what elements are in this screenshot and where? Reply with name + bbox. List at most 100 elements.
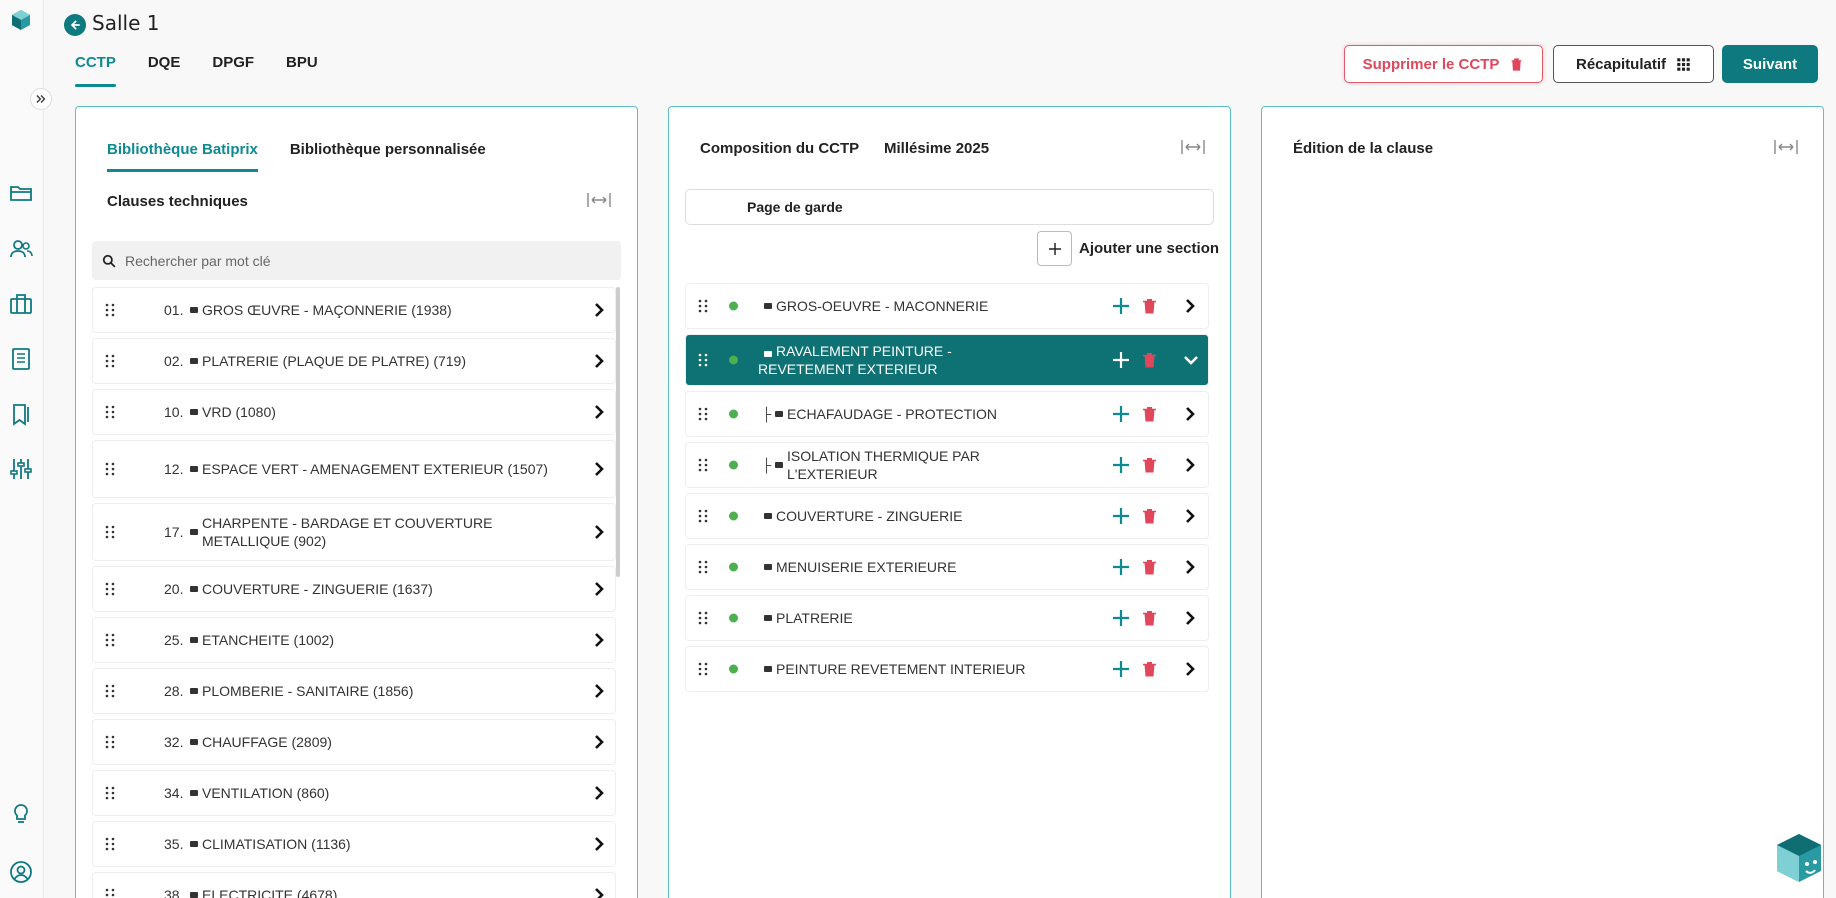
- chevron-right-icon[interactable]: [593, 354, 605, 368]
- composition-section-item[interactable]: PEINTURE REVETEMENT INTERIEUR: [685, 646, 1209, 692]
- drag-handle-icon[interactable]: [105, 525, 115, 539]
- chevron-right-icon[interactable]: [593, 303, 605, 317]
- users-icon[interactable]: [8, 236, 34, 262]
- drag-handle-icon[interactable]: [698, 560, 708, 574]
- add-clause-icon[interactable]: [1112, 660, 1130, 678]
- library-list-item[interactable]: 01. GROS ŒUVRE - MAÇONNERIE (1938): [92, 287, 616, 333]
- briefcase-icon[interactable]: [8, 291, 34, 317]
- drag-handle-icon[interactable]: [105, 888, 115, 898]
- delete-cctp-button[interactable]: Supprimer le CCTP: [1344, 45, 1543, 83]
- composition-section-item[interactable]: ├ ECHAFAUDAGE - PROTECTION: [685, 391, 1209, 437]
- library-list-item[interactable]: 02. PLATRERIE (PLAQUE DE PLATRE) (719): [92, 338, 616, 384]
- drag-handle-icon[interactable]: [698, 407, 708, 421]
- drag-handle-icon[interactable]: [698, 299, 708, 313]
- chevron-right-icon[interactable]: [1184, 662, 1196, 676]
- settings-sliders-icon[interactable]: [8, 456, 34, 482]
- composition-section-item[interactable]: MENUISERIE EXTERIEURE: [685, 544, 1209, 590]
- back-button[interactable]: [64, 14, 86, 36]
- chevron-right-icon[interactable]: [1184, 509, 1196, 523]
- resize-panel-icon[interactable]: [1774, 140, 1798, 154]
- composition-section-item[interactable]: GROS-OEUVRE - MACONNERIE: [685, 283, 1209, 329]
- chevron-right-icon[interactable]: [593, 462, 605, 476]
- library-list-item[interactable]: 28. PLOMBERIE - SANITAIRE (1856): [92, 668, 616, 714]
- library-list-item[interactable]: 12. ESPACE VERT - AMENAGEMENT EXTERIEUR (…: [92, 440, 616, 498]
- trash-icon[interactable]: [1143, 662, 1156, 677]
- composition-section-item[interactable]: COUVERTURE - ZINGUERIE: [685, 493, 1209, 539]
- tab-batiprix-library[interactable]: Bibliothèque Batiprix: [107, 141, 258, 172]
- tab-cctp[interactable]: CCTP: [75, 54, 116, 87]
- trash-icon[interactable]: [1143, 611, 1156, 626]
- scrollbar[interactable]: [616, 287, 620, 577]
- add-section-button[interactable]: Ajouter une section: [1037, 231, 1219, 266]
- add-clause-icon[interactable]: [1112, 609, 1130, 627]
- library-list-item[interactable]: 17. CHARPENTE - BARDAGE ET COUVERTURE MET…: [92, 503, 616, 561]
- chevron-right-icon[interactable]: [593, 582, 605, 596]
- trash-icon[interactable]: [1143, 407, 1156, 422]
- drag-handle-icon[interactable]: [698, 458, 708, 472]
- add-clause-icon[interactable]: [1112, 297, 1130, 315]
- recap-button[interactable]: Récapitulatif: [1553, 45, 1714, 83]
- tab-dqe[interactable]: DQE: [148, 54, 181, 87]
- resize-panel-icon[interactable]: [587, 193, 611, 207]
- chevron-right-icon[interactable]: [593, 735, 605, 749]
- composition-section-item[interactable]: RAVALEMENT PEINTURE - REVETEMENT EXTERIE…: [685, 334, 1209, 386]
- drag-handle-icon[interactable]: [105, 786, 115, 800]
- chevron-right-icon[interactable]: [593, 633, 605, 647]
- library-list-item[interactable]: 34. VENTILATION (860): [92, 770, 616, 816]
- library-list-item[interactable]: 10. VRD (1080): [92, 389, 616, 435]
- trash-icon[interactable]: [1143, 509, 1156, 524]
- add-clause-icon[interactable]: [1112, 405, 1130, 423]
- drag-handle-icon[interactable]: [105, 354, 115, 368]
- add-clause-icon[interactable]: [1112, 507, 1130, 525]
- drag-handle-icon[interactable]: [105, 582, 115, 596]
- chevron-right-icon[interactable]: [593, 684, 605, 698]
- add-clause-icon[interactable]: [1112, 558, 1130, 576]
- chevron-right-icon[interactable]: [1184, 299, 1196, 313]
- chat-assistant-button[interactable]: [1773, 832, 1825, 884]
- drag-handle-icon[interactable]: [105, 735, 115, 749]
- library-list-item[interactable]: 32. CHAUFFAGE (2809): [92, 719, 616, 765]
- chevron-down-icon[interactable]: [1184, 353, 1198, 367]
- trash-icon[interactable]: [1143, 299, 1156, 314]
- folder-icon[interactable]: [8, 180, 34, 206]
- bookmarks-icon[interactable]: [8, 401, 34, 427]
- composition-section-item[interactable]: ├ ISOLATION THERMIQUE PAR L'EXTERIEUR: [685, 442, 1209, 488]
- lightbulb-icon[interactable]: [8, 801, 34, 827]
- next-button[interactable]: Suivant: [1722, 45, 1818, 83]
- drag-handle-icon[interactable]: [105, 462, 115, 476]
- drag-handle-icon[interactable]: [105, 303, 115, 317]
- drag-handle-icon[interactable]: [105, 837, 115, 851]
- drag-handle-icon[interactable]: [105, 405, 115, 419]
- trash-icon[interactable]: [1143, 458, 1156, 473]
- document-icon[interactable]: [8, 346, 34, 372]
- tab-bpu[interactable]: BPU: [286, 54, 318, 87]
- library-list-item[interactable]: 25. ETANCHEITE (1002): [92, 617, 616, 663]
- add-clause-icon[interactable]: [1112, 351, 1130, 369]
- tab-custom-library[interactable]: Bibliothèque personnalisée: [290, 141, 486, 172]
- drag-handle-icon[interactable]: [698, 353, 708, 367]
- chevron-right-icon[interactable]: [593, 405, 605, 419]
- drag-handle-icon[interactable]: [698, 509, 708, 523]
- chevron-right-icon[interactable]: [593, 888, 605, 898]
- chevron-right-icon[interactable]: [1184, 560, 1196, 574]
- user-account-icon[interactable]: [8, 859, 34, 885]
- cover-page-item[interactable]: Page de garde: [685, 189, 1214, 225]
- trash-icon[interactable]: [1143, 560, 1156, 575]
- chevron-right-icon[interactable]: [593, 837, 605, 851]
- library-list-item[interactable]: 35. CLIMATISATION (1136): [92, 821, 616, 867]
- drag-handle-icon[interactable]: [698, 662, 708, 676]
- resize-panel-icon[interactable]: [1181, 140, 1205, 154]
- search-input[interactable]: [125, 252, 605, 269]
- drag-handle-icon[interactable]: [698, 611, 708, 625]
- chevron-right-icon[interactable]: [1184, 407, 1196, 421]
- expand-sidebar-icon[interactable]: [30, 88, 52, 110]
- cube-logo-icon[interactable]: [8, 7, 34, 33]
- add-clause-icon[interactable]: [1112, 456, 1130, 474]
- drag-handle-icon[interactable]: [105, 633, 115, 647]
- tab-dpgf[interactable]: DPGF: [212, 54, 254, 87]
- drag-handle-icon[interactable]: [105, 684, 115, 698]
- library-list-item[interactable]: 38. ELECTRICITE (4678): [92, 872, 616, 898]
- chevron-right-icon[interactable]: [1184, 611, 1196, 625]
- chevron-right-icon[interactable]: [593, 786, 605, 800]
- library-list-item[interactable]: 20. COUVERTURE - ZINGUERIE (1637): [92, 566, 616, 612]
